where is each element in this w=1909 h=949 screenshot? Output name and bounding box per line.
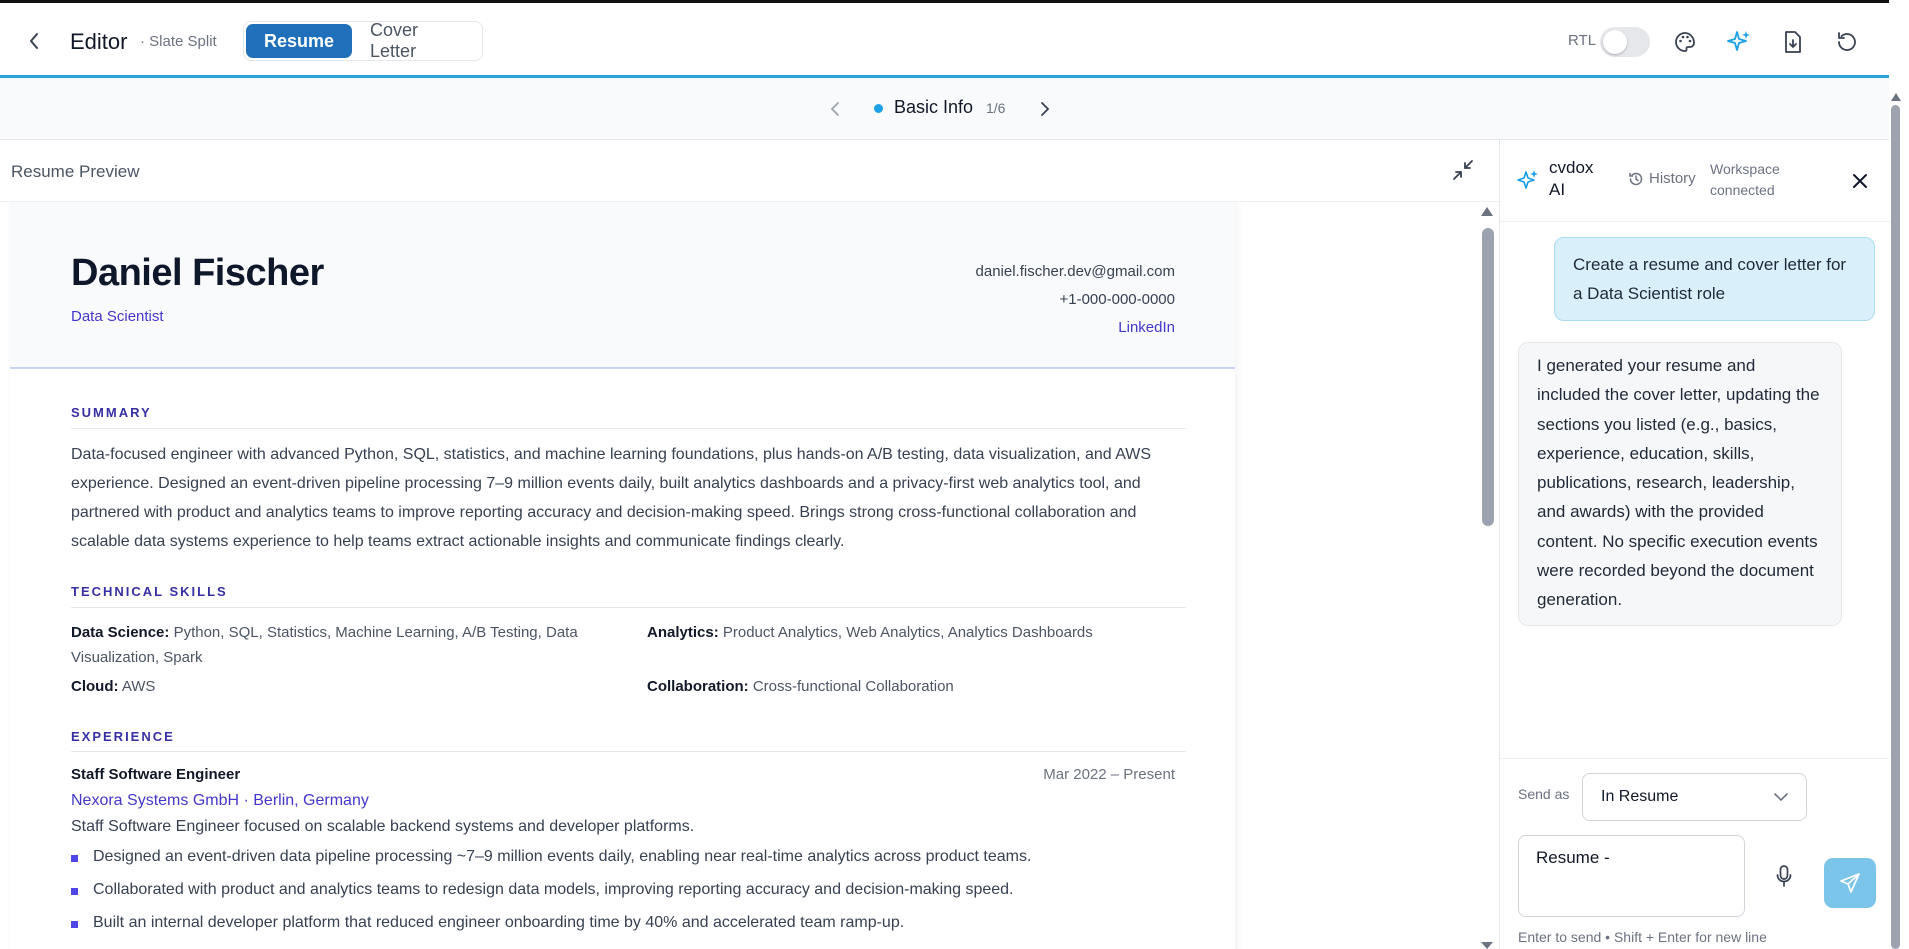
history-label: History bbox=[1649, 170, 1696, 187]
send-as-dropdown[interactable]: In Resume bbox=[1582, 773, 1807, 821]
rtl-toggle[interactable] bbox=[1600, 27, 1650, 57]
skills-divider bbox=[71, 607, 1186, 608]
resume-page: Daniel Fischer Data Scientist daniel.fis… bbox=[10, 202, 1235, 949]
download-icon[interactable] bbox=[1777, 27, 1807, 57]
next-section-icon[interactable] bbox=[1033, 97, 1057, 121]
document-tabs: Resume Cover Letter bbox=[243, 20, 483, 61]
experience-heading: EXPERIENCE bbox=[71, 729, 175, 744]
composer: Send as In Resume Resume - Enter to send… bbox=[1500, 758, 1890, 949]
skill-analytics: Analytics: Product Analytics, Web Analyt… bbox=[647, 624, 1093, 641]
panel-scrollbar[interactable] bbox=[1890, 105, 1900, 949]
chevron-down-icon bbox=[1774, 792, 1788, 801]
preview-canvas: Daniel Fischer Data Scientist daniel.fis… bbox=[0, 202, 1484, 949]
preview-scrollbar[interactable] bbox=[1482, 228, 1494, 526]
resume-name: Daniel Fischer bbox=[71, 252, 324, 294]
history-icon bbox=[1629, 172, 1643, 185]
job-title: Staff Software Engineer bbox=[71, 766, 241, 783]
resume-role: Data Scientist bbox=[71, 308, 164, 325]
rtl-label: RTL bbox=[1568, 32, 1597, 49]
linkedin-link[interactable]: LinkedIn bbox=[976, 314, 1175, 342]
preview-title: Resume Preview bbox=[11, 162, 140, 181]
summary-heading: SUMMARY bbox=[71, 405, 152, 420]
bullet-marker bbox=[71, 855, 78, 862]
active-section-dot bbox=[874, 104, 883, 113]
reset-icon[interactable] bbox=[1832, 27, 1862, 57]
preview-scroll-down[interactable] bbox=[1481, 942, 1493, 949]
section-counter: 1/6 bbox=[986, 100, 1006, 116]
bullet-marker bbox=[71, 921, 78, 928]
ai-message: I generated your resume and included the… bbox=[1518, 342, 1842, 626]
send-as-value: In Resume bbox=[1601, 788, 1679, 805]
send-button[interactable] bbox=[1824, 858, 1876, 908]
preview-scroll-up[interactable] bbox=[1481, 207, 1493, 216]
tab-resume[interactable]: Resume bbox=[246, 24, 353, 58]
skill-cloud: Cloud: AWS bbox=[71, 678, 156, 695]
preview-header: Resume Preview bbox=[0, 140, 1499, 202]
app-title: Editor bbox=[70, 29, 128, 54]
section-navigator: Basic Info 1/6 bbox=[0, 78, 1889, 140]
contact-block: daniel.fischer.dev@gmail.com +1-000-000-… bbox=[976, 258, 1175, 342]
panel-scroll-up[interactable] bbox=[1891, 93, 1901, 101]
close-icon[interactable] bbox=[1847, 168, 1873, 194]
microphone-icon[interactable] bbox=[1771, 861, 1797, 891]
bullet-marker bbox=[71, 888, 78, 895]
job-dates: Mar 2022 – Present bbox=[1043, 766, 1175, 783]
collapse-icon[interactable] bbox=[1450, 157, 1476, 183]
skill-data-science: Data Science: Python, SQL, Statistics, M… bbox=[71, 624, 578, 666]
contact-phone: +1-000-000-0000 bbox=[1059, 291, 1175, 308]
back-arrow-icon[interactable] bbox=[22, 27, 46, 55]
section-title: Basic Info bbox=[894, 97, 974, 117]
summary-text: Data-focused engineer with advanced Pyth… bbox=[71, 446, 1152, 550]
resume-header: Daniel Fischer Data Scientist daniel.fis… bbox=[10, 202, 1235, 369]
history-button[interactable]: History bbox=[1628, 170, 1696, 187]
skill-collaboration: Collaboration: Cross-functional Collabor… bbox=[647, 678, 954, 695]
send-as-label: Send as bbox=[1518, 786, 1570, 802]
skills-heading: TECHNICAL SKILLS bbox=[71, 584, 228, 599]
previous-section-icon[interactable] bbox=[823, 97, 847, 121]
tab-cover-letter[interactable]: Cover Letter bbox=[352, 20, 480, 61]
experience-divider bbox=[71, 751, 1186, 752]
contact-email: daniel.fischer.dev@gmail.com bbox=[975, 263, 1175, 280]
message-input[interactable]: Resume - bbox=[1518, 835, 1745, 917]
job-description: Staff Software Engineer focused on scala… bbox=[71, 818, 695, 835]
panel-scroll-thumb[interactable] bbox=[1891, 105, 1900, 949]
keyboard-hint: Enter to send • Shift + Enter for new li… bbox=[1518, 929, 1767, 945]
summary-divider bbox=[71, 428, 1186, 429]
job-company: Nexora Systems GmbH · Berlin, Germany bbox=[71, 792, 369, 809]
ai-sparkles-icon[interactable] bbox=[1724, 27, 1754, 57]
app-window: Editor · Slate Split Resume Cover Letter… bbox=[0, 0, 1909, 949]
workspace-status: Workspace connected bbox=[1710, 161, 1780, 198]
ai-assistant-panel: cvdox AI History Workspace connected Cre… bbox=[1499, 140, 1890, 949]
ai-name: cvdox AI bbox=[1549, 158, 1594, 199]
user-message: Create a resume and cover letter for a D… bbox=[1554, 237, 1875, 321]
send-icon bbox=[1840, 873, 1860, 893]
top-bar: Editor · Slate Split Resume Cover Letter… bbox=[0, 0, 1889, 78]
ai-sparkles-icon bbox=[1517, 169, 1539, 191]
toggle-knob bbox=[1603, 30, 1627, 54]
palette-icon[interactable] bbox=[1670, 27, 1700, 57]
template-name: · Slate Split bbox=[140, 33, 217, 50]
ai-panel-header: cvdox AI History Workspace connected bbox=[1500, 140, 1890, 222]
